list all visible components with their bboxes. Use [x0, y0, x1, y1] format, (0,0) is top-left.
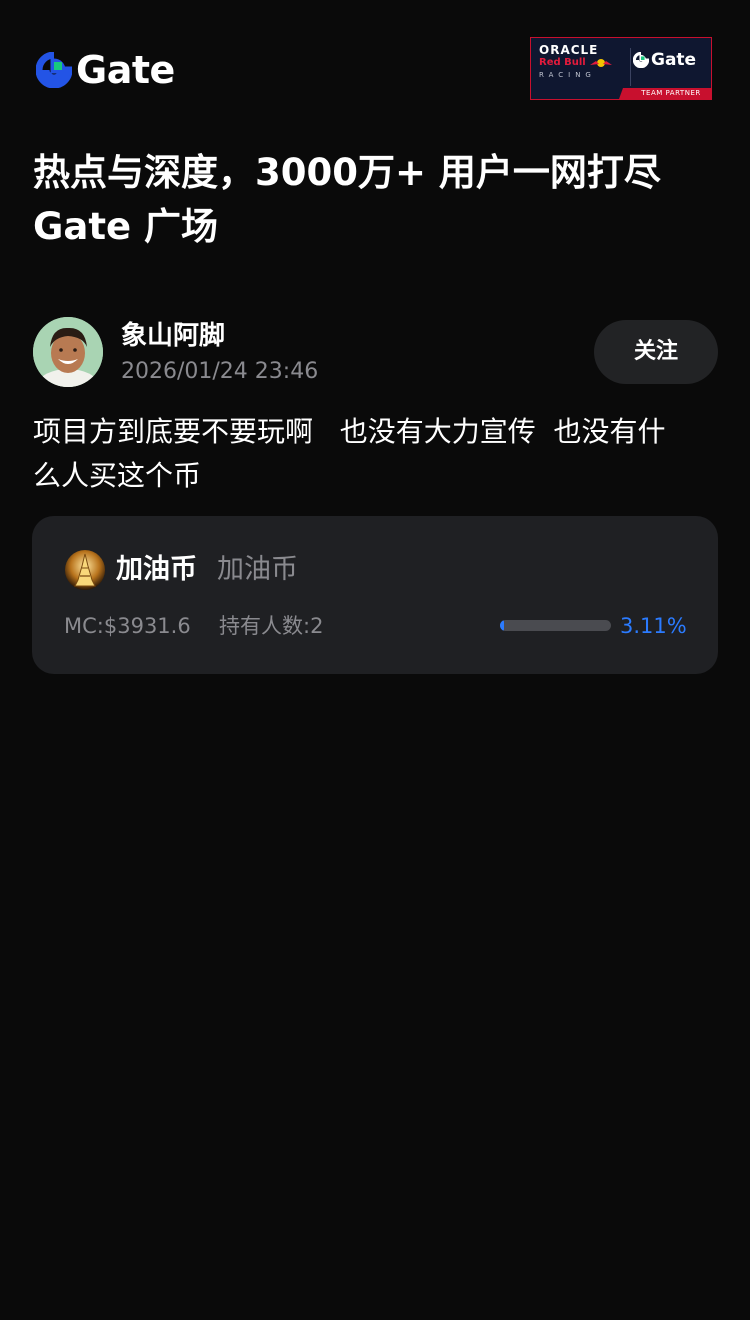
partner-racing-block: ORACLE Red Bull RACING: [539, 43, 627, 81]
token-holders: 持有人数:2: [219, 614, 324, 638]
author-name[interactable]: 象山阿脚: [121, 319, 225, 353]
page-headline: 热点与深度，3000万+ 用户一网打尽 Gate 广场: [33, 146, 723, 254]
token-market-cap: MC:$3931.6: [64, 614, 191, 638]
gate-mini-icon: [633, 52, 649, 68]
post-author-row: 象山阿脚 2026/01/24 23:46 关注: [33, 317, 718, 387]
partner-line-2-text: Red Bull: [539, 57, 586, 68]
partner-line-1: ORACLE: [539, 43, 599, 57]
progress-bar-fill: [500, 620, 505, 631]
headline-line-2: Gate 广场: [33, 205, 218, 248]
gate-logo[interactable]: Gate: [35, 48, 175, 92]
avatar[interactable]: [33, 317, 103, 387]
partner-strip-text: TEAM PARTNER: [641, 89, 701, 97]
progress-percent: 3.11%: [620, 614, 687, 638]
headline-line-1: 热点与深度，3000万+ 用户一网打尽: [33, 151, 661, 194]
partner-gate-text: Gate: [651, 50, 697, 70]
partner-line-2: Red Bull: [539, 57, 627, 69]
token-subname: 加油币: [217, 554, 298, 585]
progress-bar: [500, 620, 611, 631]
bull-icon: [589, 58, 613, 68]
tower-icon: [65, 550, 105, 590]
post-body-line-2: 么人买这个币: [33, 459, 202, 492]
header: Gate ORACLE Red Bull RACING Gate TEAM PA…: [0, 0, 750, 130]
team-partner-banner[interactable]: ORACLE Red Bull RACING Gate TEAM PARTNER: [530, 37, 712, 100]
logo-text: Gate: [76, 48, 175, 92]
partner-line-3: RACING: [539, 71, 596, 79]
partner-divider: [630, 48, 631, 86]
gate-logo-icon: [35, 51, 73, 89]
token-card[interactable]: 加油币 加油币 MC:$3931.6 持有人数:2 3.11%: [32, 516, 718, 674]
post-timestamp: 2026/01/24 23:46: [121, 359, 319, 384]
partner-gate-logo: Gate: [633, 50, 696, 70]
token-name: 加油币: [116, 554, 197, 585]
post-body-line-1: 项目方到底要不要玩啊 也没有大力宣传 也没有什: [33, 415, 666, 448]
follow-button[interactable]: 关注: [594, 320, 718, 384]
post-body: 项目方到底要不要玩啊 也没有大力宣传 也没有什 么人买这个币: [33, 410, 723, 498]
